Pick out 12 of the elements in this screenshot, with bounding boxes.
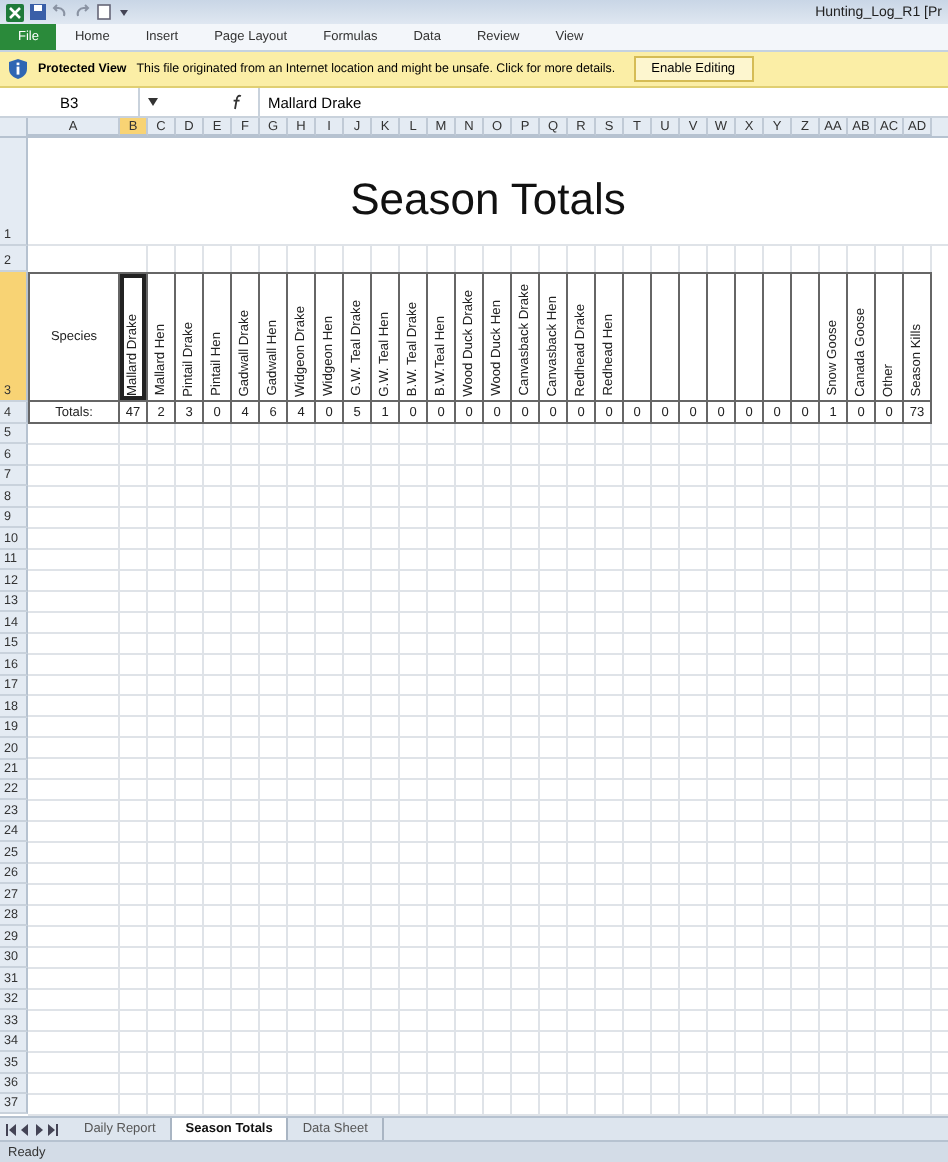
spreadsheet-app-icon xyxy=(6,3,24,21)
sheet-title: Season Totals xyxy=(28,138,948,246)
previous-sheet-icon[interactable] xyxy=(20,1123,30,1135)
dropdown-icon[interactable] xyxy=(118,6,130,18)
dropdown-icon[interactable] xyxy=(148,98,158,106)
shield-icon xyxy=(8,58,28,80)
last-sheet-icon[interactable] xyxy=(48,1123,58,1135)
next-sheet-icon[interactable] xyxy=(34,1123,44,1135)
document-icon[interactable] xyxy=(96,4,112,20)
save-icon[interactable] xyxy=(30,4,46,20)
function-icon[interactable] xyxy=(230,94,246,110)
first-sheet-icon[interactable] xyxy=(6,1123,16,1135)
